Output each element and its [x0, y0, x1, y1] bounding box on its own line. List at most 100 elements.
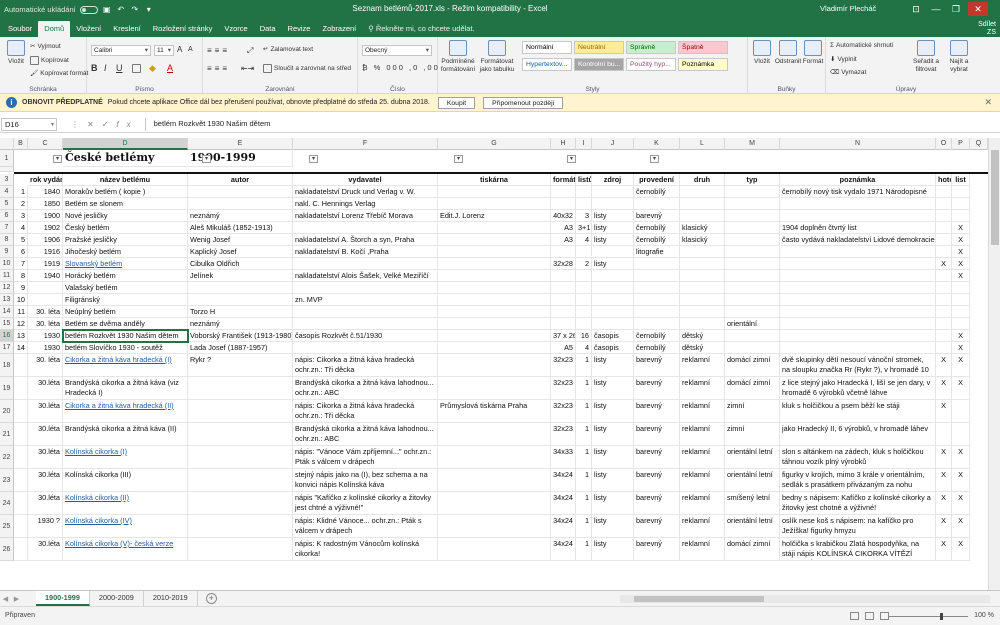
cell-k[interactable]: černobílý: [634, 186, 680, 198]
tab-0[interactable]: Soubor: [2, 21, 38, 37]
cell-p[interactable]: X: [952, 330, 970, 342]
cell-style-4[interactable]: Hypertextov...: [522, 58, 572, 71]
cell-b[interactable]: 10: [14, 294, 28, 306]
cell-c[interactable]: 30.léta: [28, 469, 63, 492]
horizontal-scrollbar[interactable]: [620, 595, 990, 603]
zoom-slider-knob[interactable]: [940, 613, 943, 620]
cell-k[interactable]: [634, 306, 680, 318]
redo-icon[interactable]: ↷: [130, 5, 140, 15]
tell-me-search[interactable]: ⚲ Řekněte mi, co chcete udělat.: [368, 21, 474, 37]
buy-button[interactable]: Koupit: [437, 96, 476, 109]
row-header[interactable]: 22: [0, 446, 14, 469]
zoom-slider[interactable]: [888, 613, 968, 620]
cell-h[interactable]: [551, 246, 576, 258]
italic-icon[interactable]: I: [104, 63, 107, 73]
merge-center-button[interactable]: Sloučit a zarovnat na střed: [263, 64, 351, 73]
cell-e[interactable]: Jelínek: [188, 270, 293, 282]
cell-n[interactable]: [780, 306, 936, 318]
autosum-button[interactable]: Σ Automatické shrnutí: [830, 42, 893, 49]
cell-n[interactable]: figurky v krojích, mimo 3 krále v orient…: [780, 469, 936, 492]
cell-g[interactable]: [438, 354, 551, 377]
minimize-button[interactable]: —: [928, 2, 944, 16]
cell-c[interactable]: 1916: [28, 246, 63, 258]
cell-f[interactable]: [293, 342, 438, 354]
cell-m[interactable]: [725, 294, 780, 306]
cell-i[interactable]: 16: [576, 330, 592, 342]
cell-p[interactable]: X: [952, 342, 970, 354]
cell-l[interactable]: [680, 186, 725, 198]
cell-j[interactable]: listy: [592, 210, 634, 222]
cell-j[interactable]: listy: [592, 258, 634, 270]
cell-k[interactable]: černobílý: [634, 222, 680, 234]
font-size-combo[interactable]: 11: [154, 45, 174, 56]
cell-h[interactable]: [551, 306, 576, 318]
cell-h[interactable]: 34x24: [551, 469, 576, 492]
cell-d[interactable]: Cikorka a žitná káva hradecká (II): [63, 400, 188, 423]
column-title[interactable]: zdroj: [592, 174, 634, 186]
cell-h[interactable]: [551, 294, 576, 306]
cell-j[interactable]: [592, 270, 634, 282]
column-title[interactable]: formát: [551, 174, 576, 186]
row-header[interactable]: 1: [0, 150, 14, 167]
cell-k[interactable]: [634, 294, 680, 306]
cell-c[interactable]: 1906: [28, 234, 63, 246]
cell-c[interactable]: 1902: [28, 222, 63, 234]
cell-h[interactable]: [551, 198, 576, 210]
cell-j[interactable]: [592, 246, 634, 258]
cell-e[interactable]: [188, 446, 293, 469]
row-header[interactable]: 13: [0, 294, 14, 306]
cell-m[interactable]: [725, 198, 780, 210]
cell-d[interactable]: Betlém se dvěma anděly: [63, 318, 188, 330]
cell-i[interactable]: 1: [576, 538, 592, 561]
cell-o[interactable]: [936, 330, 952, 342]
cell-g[interactable]: [438, 294, 551, 306]
cell-e[interactable]: [188, 538, 293, 561]
cell-n[interactable]: [780, 246, 936, 258]
cell-p[interactable]: X: [952, 354, 970, 377]
cell-k[interactable]: [634, 282, 680, 294]
cell-l[interactable]: [680, 306, 725, 318]
cell-d[interactable]: Kolínská cikorka (V)- česká verze: [63, 538, 188, 561]
cell-i[interactable]: 1: [576, 423, 592, 446]
cell-f[interactable]: Brandýská cikorka a žitná káva lahodnou.…: [293, 377, 438, 400]
row-header[interactable]: 6: [0, 210, 14, 222]
column-header[interactable]: H: [551, 138, 576, 150]
cell-p[interactable]: X: [952, 222, 970, 234]
cell-n[interactable]: oslík nese koš s nápisem: na kafíčko pro…: [780, 515, 936, 538]
cell-h[interactable]: 32x28: [551, 258, 576, 270]
cell-e[interactable]: [188, 377, 293, 400]
cell-k[interactable]: černobílý: [634, 330, 680, 342]
sheet-tab-2[interactable]: 2010-2019: [144, 591, 198, 606]
cell-l[interactable]: reklamní: [680, 354, 725, 377]
column-title[interactable]: hotov: [936, 174, 952, 186]
cell-m[interactable]: [725, 270, 780, 282]
row-header[interactable]: 11: [0, 270, 14, 282]
insert-cells-button[interactable]: Vložit: [751, 40, 773, 66]
cell-j[interactable]: listy: [592, 222, 634, 234]
cell-m[interactable]: [725, 330, 780, 342]
column-header[interactable]: G: [438, 138, 551, 150]
cell-o[interactable]: [936, 234, 952, 246]
column-title[interactable]: provedení: [634, 174, 680, 186]
cell-o[interactable]: [936, 306, 952, 318]
cell-d[interactable]: Morakův betlém ( kopie ): [63, 186, 188, 198]
column-title[interactable]: rok vydání: [28, 174, 63, 186]
cell-b[interactable]: 5: [14, 234, 28, 246]
cell-c[interactable]: 1930 ?: [28, 515, 63, 538]
cell-b[interactable]: 13: [14, 330, 28, 342]
cell-k[interactable]: [634, 318, 680, 330]
row-header[interactable]: 3: [0, 174, 14, 186]
cell-p[interactable]: X: [952, 538, 970, 561]
cell-b[interactable]: [14, 377, 28, 400]
cell-d[interactable]: Neúplný betlém: [63, 306, 188, 318]
column-title[interactable]: vydavatel: [293, 174, 438, 186]
cell-g[interactable]: Edit.J. Lorenz: [438, 210, 551, 222]
cell-style-7[interactable]: Poznámka: [678, 58, 728, 71]
cell-c[interactable]: [28, 294, 63, 306]
cell-j[interactable]: listy: [592, 492, 634, 515]
cell-m[interactable]: domácí zimní: [725, 538, 780, 561]
cell-i[interactable]: [576, 294, 592, 306]
cell-d[interactable]: Český betlém: [63, 222, 188, 234]
cell-n[interactable]: holčička s krabičkou Zlatá hospodyňka, n…: [780, 538, 936, 561]
orientation-icon[interactable]: ⤢: [247, 46, 253, 56]
